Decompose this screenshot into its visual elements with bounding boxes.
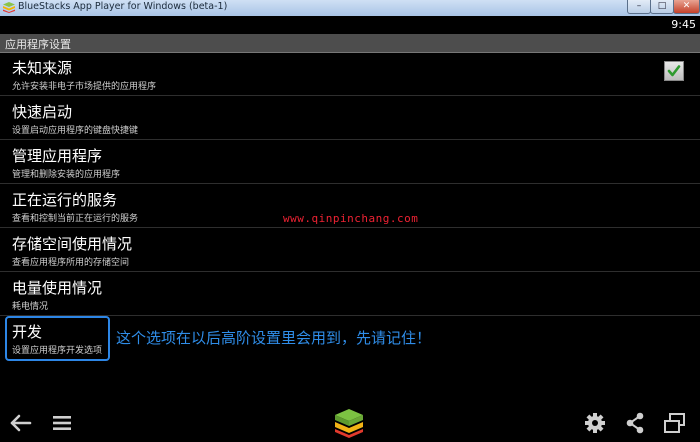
- minimize-button[interactable]: –: [627, 0, 651, 14]
- development-highlight-box: [5, 316, 110, 361]
- settings-header: 应用程序设置: [0, 34, 700, 53]
- bluestacks-home-icon[interactable]: [333, 407, 365, 439]
- setting-summary: 设置启动应用程序的键盘快捷键: [12, 126, 139, 136]
- bottom-navbar: [0, 402, 700, 442]
- checkmark-icon: [667, 65, 681, 77]
- setting-title: 未知来源: [12, 59, 73, 77]
- window-titlebar: BlueStacks App Player for Windows (beta-…: [0, 0, 700, 17]
- setting-storage-use[interactable]: 存储空间使用情况 查看应用程序所用的存储空间: [0, 228, 700, 272]
- setting-title: 正在运行的服务: [12, 191, 118, 209]
- menu-icon[interactable]: [49, 410, 75, 436]
- page-title: 应用程序设置: [5, 38, 71, 51]
- window-title: BlueStacks App Player for Windows (beta-…: [18, 1, 228, 12]
- setting-summary: 管理和删除安装的应用程序: [12, 170, 121, 180]
- setting-title: 电量使用情况: [12, 279, 103, 297]
- watermark-text: www.qinpinchang.com: [283, 212, 419, 225]
- back-arrow-icon[interactable]: [8, 410, 34, 436]
- setting-summary: 允许安装非电子市场提供的应用程序: [12, 82, 157, 92]
- close-button[interactable]: ✕: [673, 0, 700, 14]
- setting-title: 管理应用程序: [12, 147, 103, 165]
- maximize-button[interactable]: □: [650, 0, 674, 14]
- tutorial-annotation: 这个选项在以后高阶设置里会用到，先请记住！: [116, 329, 432, 347]
- gear-icon[interactable]: [582, 410, 608, 436]
- setting-battery-use[interactable]: 电量使用情况 耗电情况: [0, 272, 700, 316]
- window-mode-icon[interactable]: [662, 410, 688, 436]
- setting-title: 存储空间使用情况: [12, 235, 133, 253]
- status-bar: 9:45: [0, 16, 700, 34]
- setting-manage-apps[interactable]: 管理应用程序 管理和删除安装的应用程序: [0, 140, 700, 184]
- setting-unknown-sources[interactable]: 未知来源 允许安装非电子市场提供的应用程序: [0, 52, 700, 96]
- bluestacks-app-icon: [3, 2, 15, 13]
- setting-summary: 耗电情况: [12, 302, 49, 312]
- clock: 9:45: [671, 18, 696, 31]
- unknown-sources-checkbox[interactable]: [664, 61, 684, 81]
- setting-quick-launch[interactable]: 快速启动 设置启动应用程序的键盘快捷键: [0, 96, 700, 140]
- share-icon[interactable]: [622, 410, 648, 436]
- setting-title: 快速启动: [12, 103, 73, 121]
- setting-summary: 查看和控制当前正在运行的服务: [12, 214, 139, 224]
- setting-summary: 查看应用程序所用的存储空间: [12, 258, 130, 268]
